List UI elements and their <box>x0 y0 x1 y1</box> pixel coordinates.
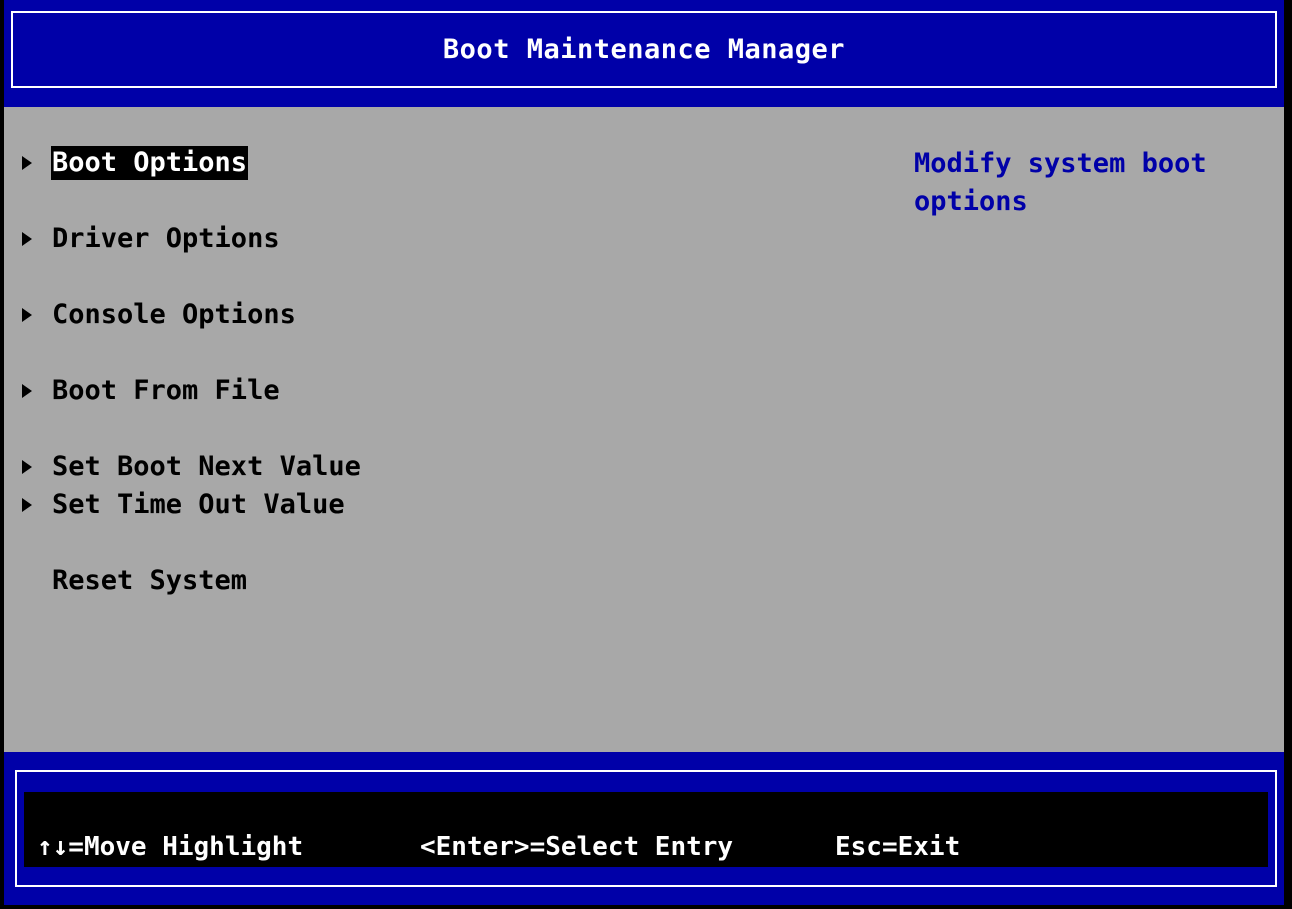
menu-item-label: Reset System <box>52 565 248 596</box>
help-text: Modify system boot options <box>914 148 1207 217</box>
page-title: Boot Maintenance Manager <box>442 34 846 65</box>
triangle-right-icon <box>22 498 32 512</box>
move-highlight-hint: ↑↓=Move Highlight <box>37 832 304 862</box>
bios-screen: Boot Maintenance Manager Boot Options Dr… <box>4 0 1284 905</box>
select-entry-hint: <Enter>=Select Entry <box>420 832 734 862</box>
triangle-right-icon <box>22 308 32 322</box>
triangle-right-icon <box>22 156 32 170</box>
exit-hint: Esc=Exit <box>835 832 961 862</box>
header: Boot Maintenance Manager <box>11 11 1277 88</box>
main-content: Boot Options Driver Options Console Opti… <box>4 107 1284 752</box>
triangle-right-icon <box>22 232 32 246</box>
triangle-right-icon <box>22 460 32 474</box>
footer: ↑↓=Move Highlight <Enter>=Select Entry E… <box>15 770 1277 887</box>
menu-item-label: Set Boot Next Value <box>52 451 361 482</box>
triangle-right-icon <box>22 384 32 398</box>
menu-item-label: Set Time Out Value <box>52 489 345 520</box>
menu-item-label: Console Options <box>52 299 296 330</box>
key-hints-bar: ↑↓=Move Highlight <Enter>=Select Entry E… <box>24 792 1268 867</box>
menu-item-label: Boot From File <box>52 375 280 406</box>
menu-item-label: Boot Options <box>51 146 249 180</box>
menu-item-label: Driver Options <box>52 223 280 254</box>
